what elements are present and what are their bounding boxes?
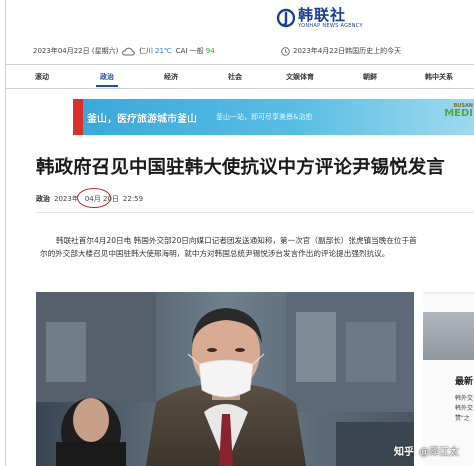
article-photo[interactable] (36, 292, 414, 466)
zhihu-watermark: 知乎 @泽江太 (394, 443, 459, 458)
sidebar-title: 最新 (455, 377, 474, 387)
article-byline: 政治 2023年 04月 20日 22:59 (36, 188, 144, 208)
nav-active-indicator (96, 85, 118, 87)
byline-divider (36, 212, 474, 213)
article-body: 韩联社首尔4月20日电 韩国外交部20日向媒口记者团发送通知称，第一次官（副部长… (40, 236, 417, 258)
nav-item-scroll[interactable]: 滚动 (35, 72, 49, 82)
air-quality-value: 94 (205, 47, 215, 55)
nav-bottom-border (6, 88, 474, 89)
info-bar: 2023年04月22日 (星期六) 仁川 21℃ CAI 一般 94 2023年… (6, 43, 474, 59)
air-quality-label: CAI 一般 (175, 47, 204, 55)
sidebar-item-1[interactable]: 韩外交 (455, 393, 473, 402)
nav-item-politics[interactable]: 政治 (100, 72, 114, 82)
nav-item-north-korea[interactable]: 朝鲜 (363, 72, 377, 82)
sidebar-latest: 最新 韩外交 韩外交 赞"之 (423, 292, 474, 466)
sidebar-thumbnail[interactable] (423, 312, 474, 360)
banner-brand: BUSAN MEDI (444, 104, 473, 119)
banner-headline: 釜山，医疗旅游城市釜山 (87, 114, 197, 125)
logo-text-en: YONHAP NEWS AGENCY (298, 22, 363, 29)
weather-temp: 21℃ (155, 47, 172, 55)
banner-accent (73, 99, 83, 135)
clock-icon (281, 46, 290, 56)
nav-item-entertainment-sports[interactable]: 文娱体育 (286, 72, 314, 82)
red-circle-annotation (76, 188, 111, 208)
article-date-year: 2023年 (54, 195, 79, 203)
history-text: 2023年4月22日韩国历史上的今天 (293, 47, 402, 55)
cloud-icon (122, 47, 135, 55)
banner-subtitle: 釜山一站，即可尽享美景&治愈 (216, 113, 313, 121)
sidebar-item-3[interactable]: 赞"之 (455, 413, 470, 422)
article-date-highlight: 04月 20日 (76, 188, 122, 208)
article-section[interactable]: 政治 (36, 194, 50, 204)
main-nav: 滚动 政治 经济 社会 文娱体育 朝鲜 韩中关系 (6, 66, 474, 88)
nav-top-border (6, 64, 474, 65)
watermark-site: 知乎 (394, 447, 414, 458)
sidebar-top-border (423, 292, 474, 294)
nav-item-society[interactable]: 社会 (228, 72, 242, 82)
photo-illustration (36, 292, 414, 466)
yonhap-logo-icon (277, 8, 295, 28)
article-time: 22:59 (122, 195, 144, 203)
nav-item-economy[interactable]: 经济 (164, 72, 178, 82)
nav-item-korea-china[interactable]: 韩中关系 (425, 72, 453, 82)
watermark-author: @泽江太 (419, 447, 459, 458)
browser-frame: 韩联社 YONHAP NEWS AGENCY 2023年04月22日 (星期六)… (5, 0, 474, 466)
article-headline: 韩政府召见中国驻韩大使抗议中方评论尹锡悦发言 (36, 157, 445, 178)
site-logo[interactable]: 韩联社 YONHAP NEWS AGENCY (277, 3, 363, 33)
busan-ad-banner[interactable]: 釜山，医疗旅游城市釜山 釜山一站，即可尽享美景&治愈 BUSAN MEDI (73, 99, 474, 135)
logo-text-cn: 韩联社 (298, 5, 347, 24)
current-date: 2023年04月22日 (星期六) (33, 47, 119, 55)
banner-brand-main: MEDI (444, 108, 473, 119)
history-today-link[interactable]: 2023年4月22日韩国历史上的今天 (281, 46, 401, 56)
weather-widget[interactable]: 仁川 21℃ CAI 一般 94 (122, 46, 215, 56)
weather-city: 仁川 (139, 47, 153, 55)
sidebar-item-2[interactable]: 韩外交 (455, 403, 473, 412)
